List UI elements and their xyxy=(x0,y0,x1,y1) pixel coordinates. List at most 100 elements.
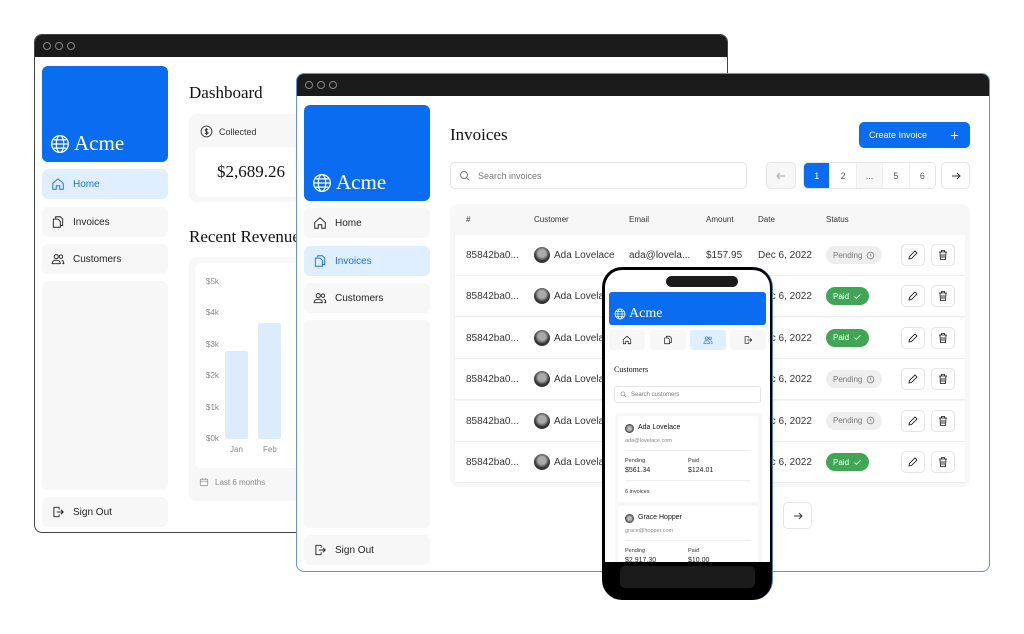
status-label: Pending xyxy=(833,250,863,260)
edit-button[interactable] xyxy=(901,244,925,266)
delete-button[interactable] xyxy=(931,368,955,391)
pending-amount: $2,917.30 xyxy=(625,557,657,562)
tab-invoices[interactable] xyxy=(650,330,686,350)
window-title-bar xyxy=(35,35,727,57)
sidebar-item-customers[interactable]: Customers xyxy=(42,244,168,274)
delete-button[interactable] xyxy=(931,409,955,432)
pending-label: Pending xyxy=(625,458,646,464)
window-dot[interactable] xyxy=(317,81,325,89)
page-button[interactable]: 1 xyxy=(804,163,830,188)
y-tick-label: $3k xyxy=(206,339,219,349)
check-icon xyxy=(853,458,862,467)
sidebar-item-invoices[interactable]: Invoices xyxy=(42,207,168,237)
search-placeholder: Search customers xyxy=(631,391,680,398)
y-tick-label: $1k xyxy=(206,402,219,412)
invoice-id: 85842ba0... xyxy=(466,415,519,427)
page-button[interactable]: 2 xyxy=(829,163,856,188)
status-badge: Paid xyxy=(826,287,870,306)
column-header: # xyxy=(466,215,471,224)
create-invoice-button[interactable]: Create Invoice xyxy=(859,122,970,148)
phone-notch xyxy=(666,276,738,287)
acme-logo[interactable]: Acme xyxy=(609,292,766,325)
next-page-button[interactable] xyxy=(941,162,970,189)
trash-icon xyxy=(937,415,949,427)
nav-label: Invoices xyxy=(335,255,372,267)
delete-button[interactable] xyxy=(931,244,955,266)
sign-out-icon xyxy=(51,505,65,519)
globe-icon xyxy=(614,308,626,320)
window-dot[interactable] xyxy=(55,42,63,50)
users-icon xyxy=(313,291,327,305)
invoice-date: Dec 6, 2022 xyxy=(758,250,812,261)
invoice-id: 85842ba0... xyxy=(466,291,519,303)
page-button[interactable]: 5 xyxy=(882,163,909,188)
plus-icon xyxy=(949,130,960,141)
pencil-icon xyxy=(907,249,919,261)
phone-screen: Acme Customers Search customers Ada Love… xyxy=(605,270,770,562)
acme-logo[interactable]: Acme xyxy=(42,66,168,162)
edit-button[interactable] xyxy=(901,285,925,308)
column-header: Status xyxy=(826,215,849,224)
search-customers-input[interactable]: Search customers xyxy=(614,386,761,403)
revenue-bar[interactable] xyxy=(225,351,248,439)
trash-icon xyxy=(937,332,949,344)
nav-label: Home xyxy=(73,178,100,190)
globe-icon xyxy=(50,134,70,154)
x-tick-label: Jan xyxy=(230,445,243,454)
paid-amount: $124.01 xyxy=(688,467,714,474)
status-label: Paid xyxy=(833,291,850,301)
customer-card[interactable]: Grace Hopper grace@hopper.com Pending $2… xyxy=(618,506,758,562)
window-dot[interactable] xyxy=(43,42,51,50)
window-dot[interactable] xyxy=(305,81,313,89)
page-button[interactable]: ... xyxy=(855,163,883,188)
search-input[interactable]: Search invoices xyxy=(450,162,747,189)
avatar xyxy=(534,371,550,388)
acme-logo[interactable]: Acme xyxy=(304,105,430,201)
arrow-left-icon xyxy=(775,170,787,182)
avatar xyxy=(534,247,550,263)
edit-button[interactable] xyxy=(901,451,925,473)
customer-email: ada@lovela... xyxy=(629,250,691,261)
sidebar-item-home[interactable]: Home xyxy=(304,208,430,238)
tab-home[interactable] xyxy=(609,330,645,350)
sign-out-button[interactable]: Sign Out xyxy=(304,535,430,565)
nav-label: Customers xyxy=(335,292,384,304)
y-tick-label: $5k xyxy=(206,277,219,286)
edit-button[interactable] xyxy=(901,409,925,432)
delete-button[interactable] xyxy=(931,451,955,473)
revenue-bar[interactable] xyxy=(258,322,281,439)
window-dot[interactable] xyxy=(67,42,75,50)
edit-button[interactable] xyxy=(901,326,925,349)
documents-icon xyxy=(51,215,65,229)
invoice-id: 85842ba0... xyxy=(466,457,519,468)
arrow-right-icon xyxy=(792,510,804,522)
bottom-next-page-button[interactable] xyxy=(783,502,812,529)
tab-customers[interactable] xyxy=(690,330,726,350)
x-tick-label: Feb xyxy=(263,445,277,454)
delete-button[interactable] xyxy=(931,326,955,349)
documents-icon xyxy=(313,254,327,268)
tab-sign-out[interactable] xyxy=(730,330,766,350)
window-dot[interactable] xyxy=(329,81,337,89)
pending-amount: $561.34 xyxy=(625,467,651,474)
search-icon xyxy=(459,170,471,182)
nav-label: Home xyxy=(335,217,362,229)
sidebar-item-home[interactable]: Home xyxy=(42,169,168,199)
delete-button[interactable] xyxy=(931,285,955,308)
home-icon xyxy=(313,216,327,230)
column-header: Date xyxy=(758,215,775,224)
prev-page-button[interactable] xyxy=(766,162,796,189)
search-placeholder: Search invoices xyxy=(478,170,542,181)
page-title: Customers xyxy=(614,365,649,374)
brand-name: Acme xyxy=(336,170,387,194)
sidebar-item-invoices[interactable]: Invoices xyxy=(304,246,430,276)
documents-icon xyxy=(663,335,673,345)
nav-label: Invoices xyxy=(73,216,110,228)
pencil-icon xyxy=(907,415,919,427)
page-button[interactable]: 6 xyxy=(908,163,935,188)
edit-button[interactable] xyxy=(901,368,925,391)
sign-out-button[interactable]: Sign Out xyxy=(42,497,168,527)
customer-card[interactable]: Ada Lovelace ada@lovelace.com Pending $5… xyxy=(618,416,758,502)
sign-out-label: Sign Out xyxy=(335,544,374,556)
sidebar-item-customers[interactable]: Customers xyxy=(304,283,430,313)
